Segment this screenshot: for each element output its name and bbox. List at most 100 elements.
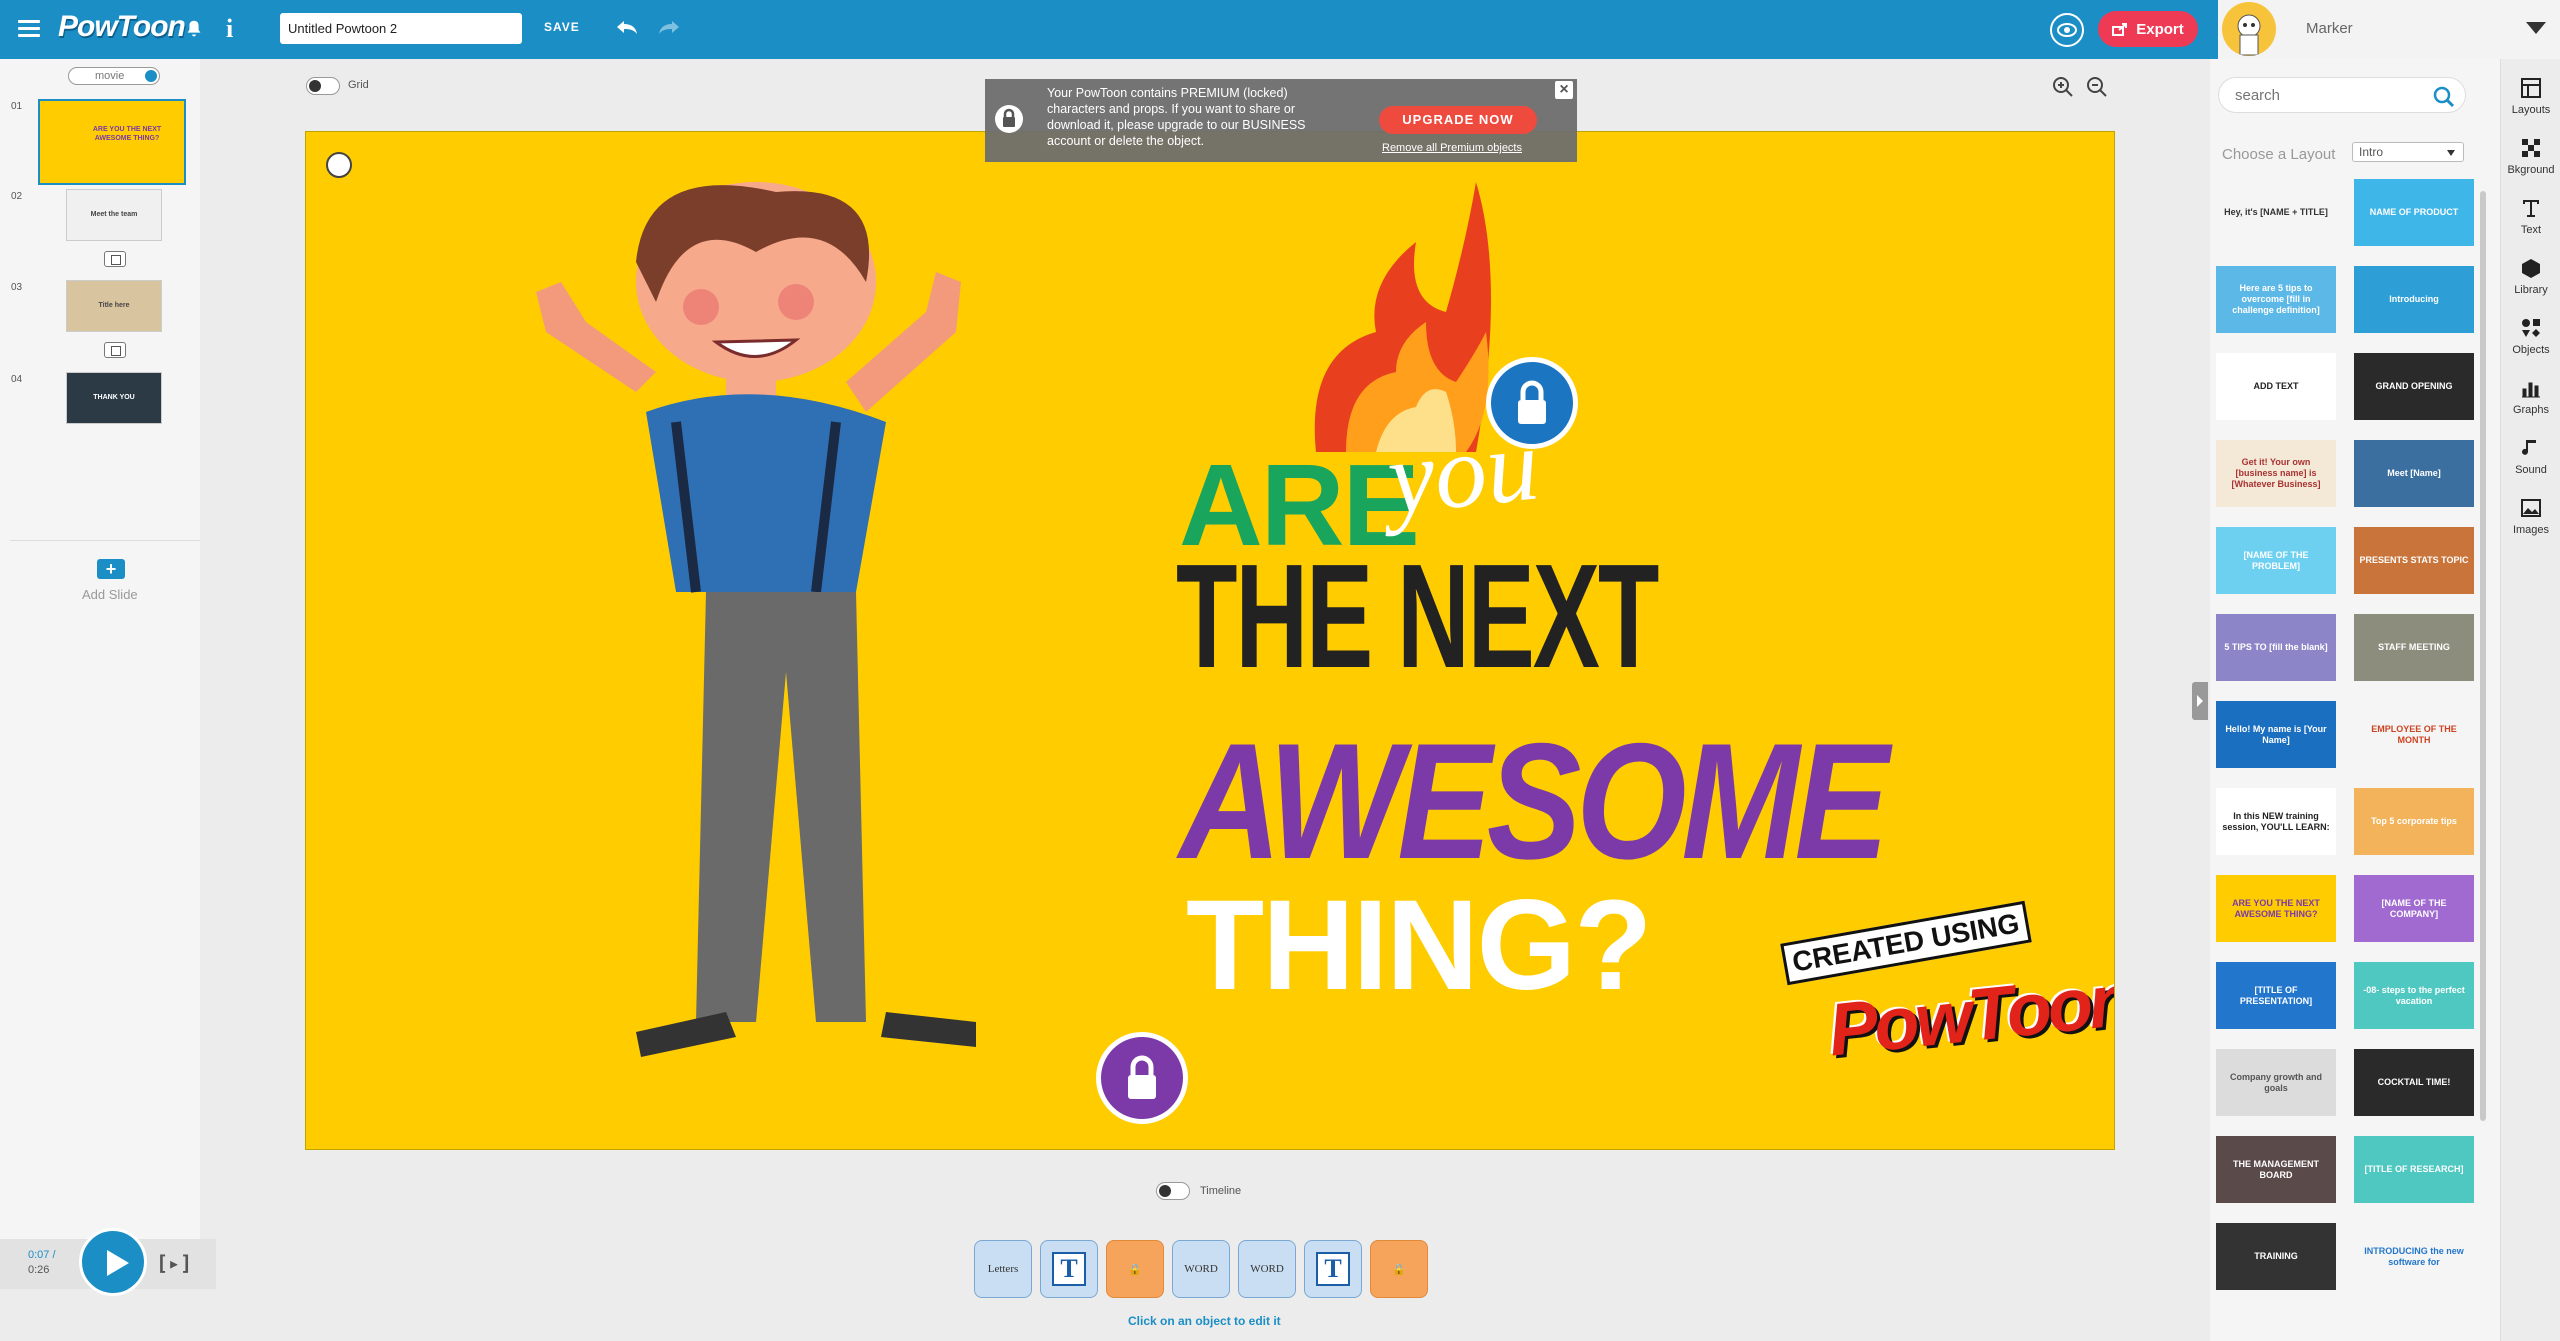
headline-awesome[interactable]: AWESOME [1179, 707, 1889, 896]
layout-thumbnail[interactable]: GRAND OPENING [2354, 353, 2474, 420]
layout-thumbnail[interactable]: [TITLE OF PRESENTATION] [2216, 962, 2336, 1029]
layout-thumbnail[interactable]: Hello! My name is [Your Name] [2216, 701, 2336, 768]
avatar[interactable] [2222, 2, 2276, 56]
locked-object-thumb[interactable]: 🔒 [1370, 1240, 1428, 1298]
user-menu[interactable]: Marker [2218, 0, 2560, 59]
layout-thumbnail[interactable]: [NAME OF THE PROBLEM] [2216, 527, 2336, 594]
tool-library[interactable]: Library [2501, 249, 2560, 307]
character-settings-icon[interactable] [326, 152, 352, 178]
slide-thumbnail-caption: Meet the team [90, 211, 138, 218]
tool-layouts[interactable]: Layouts [2501, 69, 2560, 127]
tool-sound[interactable]: Sound [2501, 429, 2560, 487]
menu-icon[interactable] [18, 20, 40, 38]
layout-thumbnail[interactable]: -08- steps to the perfect vacation [2354, 962, 2474, 1029]
layout-thumbnail[interactable]: Here are 5 tips to overcome [fill in cha… [2216, 266, 2336, 333]
layout-thumbnail[interactable]: Company growth and goals [2216, 1049, 2336, 1116]
tool-objects[interactable]: Objects [2501, 309, 2560, 367]
object-thumb[interactable]: Letters [974, 1240, 1032, 1298]
headline-thing[interactable]: THING? [1186, 872, 1652, 1019]
add-slide-label[interactable]: Add Slide [82, 587, 138, 602]
powtoon-logo[interactable]: PowToon [58, 10, 186, 44]
object-thumb[interactable]: T [1304, 1240, 1362, 1298]
tool-bkground[interactable]: Bkground [2501, 129, 2560, 187]
objects-hint: Click on an object to edit it [1128, 1314, 1281, 1328]
timeline-toggle[interactable] [1156, 1182, 1190, 1200]
export-button[interactable]: Export [2098, 11, 2198, 47]
layout-thumbnail[interactable]: PRESENTS STATS TOPIC [2354, 527, 2474, 594]
playback-controls: 0:07 / 0:26 [▸] [0, 1228, 216, 1296]
zoom-in-icon[interactable] [2052, 76, 2074, 98]
layout-thumbnail-text: Hey, it's [NAME + TITLE] [2224, 207, 2328, 217]
layout-thumbnail[interactable]: STAFF MEETING [2354, 614, 2474, 681]
collapse-panel-handle[interactable] [2192, 682, 2208, 720]
layout-thumbnail[interactable]: COCKTAIL TIME! [2354, 1049, 2474, 1116]
movie-toggle[interactable]: movie [68, 67, 160, 85]
play-button[interactable] [79, 1228, 147, 1296]
slide-thumbnail[interactable]: THANK YOU [66, 372, 162, 424]
layout-thumbnail[interactable]: 5 TIPS TO [fill the blank] [2216, 614, 2336, 681]
object-thumb[interactable]: T [1040, 1240, 1098, 1298]
library-icon [2522, 259, 2540, 278]
slide-thumbnail[interactable]: Meet the team [66, 189, 162, 241]
tool-label: Text [2520, 224, 2542, 236]
layout-thumbnail[interactable]: ARE YOU THE NEXT AWESOME THING? [2216, 875, 2336, 942]
info-icon[interactable]: i [226, 14, 233, 44]
slide-thumbnail[interactable]: ARE YOU THE NEXT AWESOME THING? [38, 99, 186, 185]
slide-thumbnail[interactable]: Title here [66, 280, 162, 332]
layouts-grid: Hey, it's [NAME + TITLE] NAME OF PRODUCT H… [2210, 179, 2500, 1341]
add-slide-button[interactable]: + [97, 559, 125, 579]
preview-button[interactable] [2050, 13, 2084, 47]
object-thumb[interactable]: WORD [1238, 1240, 1296, 1298]
character-illustration[interactable] [506, 172, 1106, 1092]
search-input[interactable] [2235, 78, 2415, 112]
save-button[interactable]: SAVE [544, 20, 580, 34]
tool-text[interactable]: Text [2501, 189, 2560, 247]
object-thumb[interactable]: WORD [1172, 1240, 1230, 1298]
sound-icon [2522, 440, 2536, 455]
premium-lock-icon[interactable] [1096, 1032, 1188, 1124]
layout-thumbnail[interactable]: NAME OF PRODUCT [2354, 179, 2474, 246]
layout-thumbnail-text: [TITLE OF RESEARCH] [2364, 1164, 2464, 1174]
layout-category-select[interactable]: Intro [2352, 142, 2464, 162]
tool-graphs[interactable]: Graphs [2501, 369, 2560, 427]
layout-thumbnail-text: COCKTAIL TIME! [2377, 1077, 2451, 1087]
layout-thumbnail[interactable]: THE MANAGEMENT BOARD [2216, 1136, 2336, 1203]
layout-thumbnail-text: INTRODUCING the new software for [2364, 1245, 2464, 1267]
layout-thumbnail-text: Introducing [2389, 294, 2439, 304]
locked-object-thumb[interactable]: 🔒 [1106, 1240, 1164, 1298]
layout-thumbnail[interactable]: Get it! Your own [business name] is [Wha… [2216, 440, 2336, 507]
search-box[interactable] [2218, 77, 2466, 113]
layout-thumbnail[interactable]: [NAME OF THE COMPANY] [2354, 875, 2474, 942]
redo-icon[interactable] [656, 16, 682, 40]
layout-thumbnail[interactable]: Hey, it's [NAME + TITLE] [2216, 179, 2336, 246]
zoom-out-icon[interactable] [2086, 76, 2108, 98]
transition-icon[interactable] [104, 251, 126, 267]
slide-canvas[interactable]: ARE you THE NEXT AWESOME THING? CREATED … [305, 131, 2115, 1150]
undo-icon[interactable] [614, 16, 640, 40]
chevron-down-icon[interactable] [2526, 22, 2546, 34]
remove-premium-objects-link[interactable]: Remove all Premium objects [1382, 142, 1522, 154]
layout-thumbnail[interactable]: Meet [Name] [2354, 440, 2474, 507]
scrollbar[interactable] [2480, 191, 2486, 1121]
notifications-bell-icon[interactable] [183, 18, 205, 40]
layout-thumbnail[interactable]: TRAINING [2216, 1223, 2336, 1290]
tool-images[interactable]: Images [2501, 489, 2560, 547]
layout-thumbnail[interactable]: ADD TEXT [2216, 353, 2336, 420]
layout-thumbnail[interactable]: Top 5 corporate tips [2354, 788, 2474, 855]
layout-thumbnail[interactable]: EMPLOYEE OF THE MONTH [2354, 701, 2474, 768]
layout-thumbnail[interactable]: Introducing [2354, 266, 2474, 333]
close-icon[interactable]: × [1555, 81, 1573, 99]
skip-icon[interactable]: [▸] [156, 1251, 192, 1275]
grid-toggle[interactable] [306, 77, 340, 95]
layout-thumbnail-text: [NAME OF THE COMPANY] [2381, 897, 2447, 919]
layout-thumbnail[interactable]: [TITLE OF RESEARCH] [2354, 1136, 2474, 1203]
transition-icon[interactable] [104, 342, 126, 358]
headline-the-next[interactable]: THE NEXT [1176, 532, 1659, 702]
layout-thumbnail-text: -08- steps to the perfect vacation [2363, 984, 2465, 1006]
layout-thumbnail[interactable]: In this NEW training session, YOU'LL LEA… [2216, 788, 2336, 855]
search-icon[interactable] [2433, 86, 2455, 108]
layout-thumbnail[interactable]: INTRODUCING the new software for [2354, 1223, 2474, 1290]
project-title-input[interactable] [280, 13, 522, 44]
headline-you[interactable]: you [1382, 404, 1544, 538]
upgrade-now-button[interactable]: UPGRADE NOW [1379, 106, 1537, 134]
